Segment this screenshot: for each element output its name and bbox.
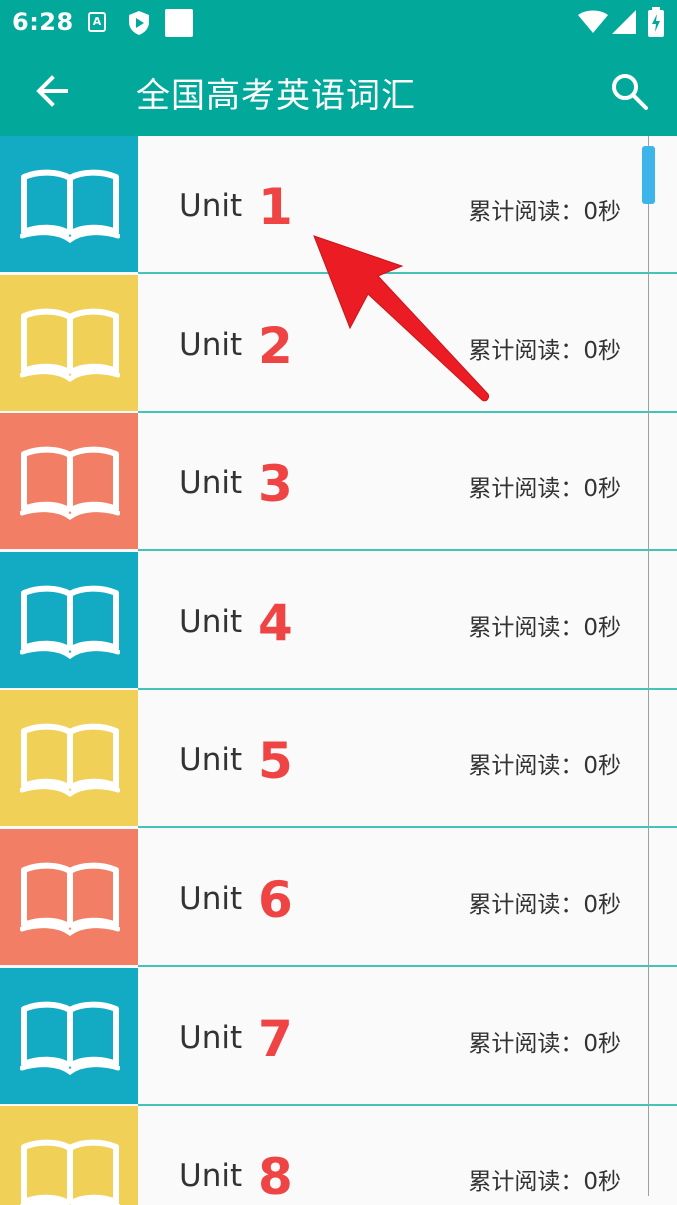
unit-list[interactable]: Unit 1 累计阅读：0秒 Unit 2 累计阅读：0秒 Unit 3 累计阅… <box>0 136 677 1205</box>
list-item-unit-5[interactable]: Unit 5 累计阅读：0秒 <box>0 690 677 829</box>
list-item-unit-6[interactable]: Unit 6 累计阅读：0秒 <box>0 829 677 967</box>
open-book-icon <box>20 724 120 798</box>
scrollbar-track[interactable] <box>648 136 649 1196</box>
scrollbar-thumb[interactable] <box>642 146 655 204</box>
page-title: 全国高考英语词汇 <box>136 76 416 116</box>
list-item-unit-8[interactable]: Unit 8 累计阅读：0秒 <box>0 1106 677 1205</box>
wifi-icon <box>578 10 608 33</box>
unit-label: Unit <box>179 326 243 363</box>
unit-label: Unit <box>179 1019 243 1056</box>
unit-number: 3 <box>258 455 293 514</box>
list-item-unit-1[interactable]: Unit 1 累计阅读：0秒 <box>0 136 677 274</box>
list-item-unit-7[interactable]: Unit 7 累计阅读：0秒 <box>0 967 677 1106</box>
open-book-icon <box>20 862 120 937</box>
search-icon <box>612 74 648 110</box>
unit-number: 6 <box>258 871 293 929</box>
unit-thumbnail <box>0 967 138 1104</box>
battery-charging-icon <box>648 7 664 37</box>
unit-number: 1 <box>258 178 293 236</box>
unit-label: Unit <box>179 742 243 779</box>
open-book-icon <box>20 446 120 521</box>
unit-number: 2 <box>258 316 293 375</box>
unit-label: Unit <box>179 881 243 917</box>
list-item-unit-3[interactable]: Unit 3 累计阅读：0秒 <box>0 413 677 552</box>
search-button[interactable] <box>608 70 652 114</box>
unit-label: Unit <box>179 465 243 502</box>
list-item-unit-2[interactable]: Unit 2 累计阅读：0秒 <box>0 274 677 413</box>
open-book-icon <box>20 1139 120 1205</box>
signal-icon <box>612 10 636 34</box>
unit-number: 8 <box>258 1148 293 1205</box>
open-book-icon <box>20 169 120 244</box>
arrow-left-icon <box>36 75 68 107</box>
shield-icon <box>129 11 149 35</box>
unit-thumbnail <box>0 1106 138 1205</box>
a-notification-icon: A <box>88 12 106 32</box>
open-book-icon <box>20 1001 120 1075</box>
unit-label: Unit <box>179 1158 243 1195</box>
status-time: 6:28 <box>12 8 74 36</box>
unit-thumbnail <box>0 829 138 965</box>
open-book-icon <box>20 585 120 659</box>
reading-time: 累计阅读：0秒 <box>468 614 621 641</box>
unit-label: Unit <box>179 603 243 640</box>
unit-thumbnail <box>0 413 138 550</box>
unit-number: 4 <box>258 593 293 652</box>
list-item-unit-4[interactable]: Unit 4 累计阅读：0秒 <box>0 551 677 690</box>
reading-time: 累计阅读：0秒 <box>468 1169 621 1196</box>
reading-time: 累计阅读：0秒 <box>468 199 621 225</box>
unit-number: 7 <box>258 1009 293 1068</box>
reading-time: 累计阅读：0秒 <box>468 1030 621 1057</box>
unit-label: Unit <box>179 188 243 224</box>
unit-thumbnail <box>0 136 138 272</box>
app-bar: 全国高考英语词汇 <box>0 46 677 136</box>
unit-thumbnail <box>0 551 138 688</box>
reading-time: 累计阅读：0秒 <box>468 892 621 918</box>
reading-time: 累计阅读：0秒 <box>468 337 621 364</box>
reading-time: 累计阅读：0秒 <box>468 753 621 780</box>
back-button[interactable] <box>28 70 74 112</box>
square-notification-icon <box>165 9 193 37</box>
unit-thumbnail <box>0 274 138 411</box>
unit-thumbnail <box>0 690 138 827</box>
open-book-icon <box>20 308 120 382</box>
status-bar: 6:28 A <box>0 0 677 46</box>
reading-time: 累计阅读：0秒 <box>468 476 621 503</box>
unit-number: 5 <box>258 732 293 791</box>
